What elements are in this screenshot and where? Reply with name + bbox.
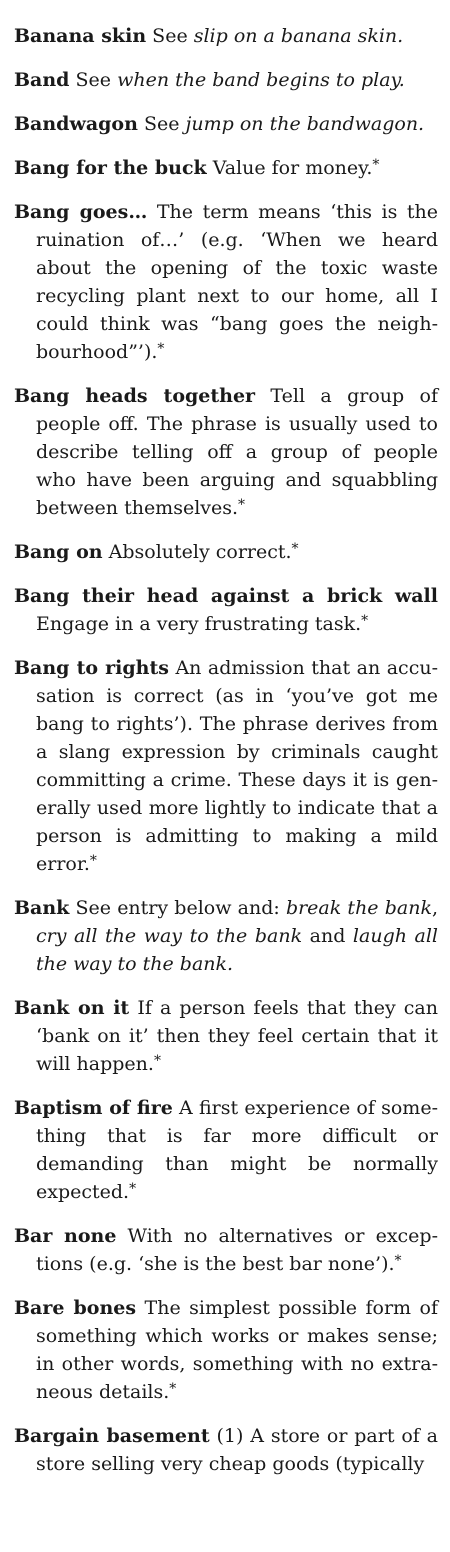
- entry-definition-text: Value for money.: [206, 157, 373, 179]
- asterisk-marker: *: [394, 1253, 402, 1269]
- entry-headword: Bang for the buck: [14, 157, 207, 179]
- dictionary-entry: Bang for the buck Value for money.*: [14, 154, 438, 182]
- asterisk-marker: *: [153, 1053, 161, 1069]
- entry-headword: Bang on: [14, 541, 103, 563]
- asterisk-marker: *: [361, 613, 369, 629]
- entry-headword: Bang to rights: [14, 657, 169, 679]
- dictionary-entry: Bank on it If a person feels that they c…: [14, 994, 438, 1078]
- entry-cross-reference: jump on the bandwagon.: [185, 113, 425, 135]
- dictionary-entry: Bargain basement (1) A store or part of …: [14, 1422, 438, 1478]
- entry-cross-reference: cry all the way to the bank: [36, 925, 303, 947]
- dictionary-entry: Banana skin See slip on a banana skin.: [14, 22, 438, 50]
- dictionary-entry: Bang to rights An admission that an accu…: [14, 654, 438, 878]
- entry-cross-reference: break the bank: [285, 897, 432, 919]
- entry-definition-text: See: [137, 113, 186, 135]
- dictionary-entry: Bang on Absolutely correct.*: [14, 538, 438, 566]
- entry-cross-reference: slip on a banana skin.: [193, 25, 404, 47]
- dictionary-entry: Bang goes… The term means ‘this is the r…: [14, 198, 438, 366]
- entry-definition-text: ,: [431, 897, 438, 919]
- entry-headword: Bank on it: [14, 997, 130, 1019]
- entry-headword: Bang heads together: [14, 385, 256, 407]
- entry-headword: Bargain basement: [14, 1425, 210, 1447]
- dictionary-entry: Bang their head against a brick wall Eng…: [14, 582, 438, 638]
- asterisk-marker: *: [238, 497, 246, 513]
- entry-definition-text: An admission that an accu­sation is corr…: [36, 657, 438, 875]
- entry-headword: Bar none: [14, 1225, 117, 1247]
- entry-definition-text: See: [69, 69, 118, 91]
- asterisk-marker: *: [89, 853, 97, 869]
- entry-headword: Bank: [14, 897, 70, 919]
- entry-headword: Bang goes…: [14, 201, 148, 223]
- entry-definition-text: Engage in a very frustrating task.: [36, 613, 362, 635]
- entry-headword: Band: [14, 69, 70, 91]
- asterisk-marker: *: [291, 541, 299, 557]
- dictionary-page: Banana skin See slip on a banana skin. Ba…: [0, 0, 450, 1552]
- dictionary-entry: Bare bones The simplest possible form of…: [14, 1294, 438, 1406]
- entry-cross-reference: when the band begins to play.: [117, 69, 405, 91]
- entry-definition-text: and: [302, 925, 353, 947]
- entry-definition-text: See: [146, 25, 194, 47]
- dictionary-entry: Bank See entry below and: break the bank…: [14, 894, 438, 978]
- asterisk-marker: *: [157, 341, 165, 357]
- entry-definition-text: The term means ‘this is the ruination of…: [36, 201, 438, 363]
- entry-definition-text: See entry below and:: [69, 897, 286, 919]
- entry-definition-text: Absolutely correct.: [102, 541, 292, 563]
- entry-headword: Bare bones: [14, 1297, 137, 1319]
- dictionary-entry: Bandwagon See jump on the bandwagon.: [14, 110, 438, 138]
- entry-headword: Banana skin: [14, 25, 147, 47]
- dictionary-entry: Baptism of fire A first experience of so…: [14, 1094, 438, 1206]
- entry-headword: Bandwagon: [14, 113, 138, 135]
- entry-headword: Baptism of fire: [14, 1097, 173, 1119]
- dictionary-entry: Bar none With no alternatives or excep­t…: [14, 1222, 438, 1278]
- entry-headword: Bang their head against a brick wall: [14, 585, 438, 607]
- dictionary-entry: Bang heads together Tell a group of peop…: [14, 382, 438, 522]
- asterisk-marker: *: [169, 1381, 177, 1397]
- asterisk-marker: *: [372, 157, 380, 173]
- asterisk-marker: *: [129, 1181, 137, 1197]
- dictionary-entry: Band See when the band begins to play.: [14, 66, 438, 94]
